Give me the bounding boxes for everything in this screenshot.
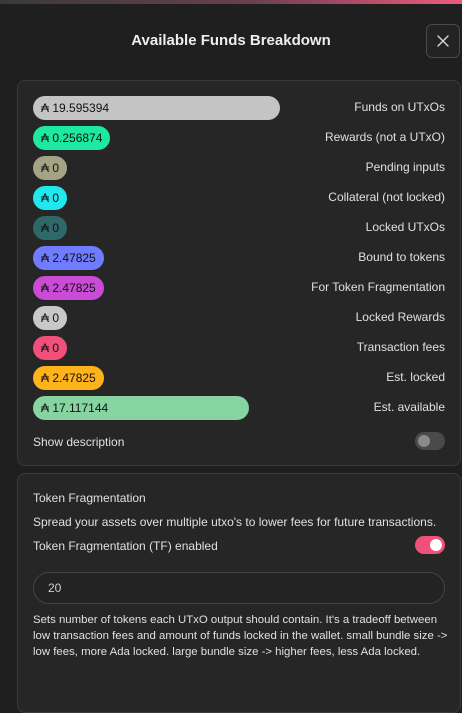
fund-amount-badge: ₳ 0 (33, 156, 67, 180)
dialog-header: Available Funds Breakdown (0, 20, 462, 64)
fund-amount-badge: ₳ 2.47825 (33, 276, 104, 300)
fund-amount-badge: ₳ 2.47825 (33, 246, 104, 270)
fund-label: Collateral (not locked) (328, 190, 445, 204)
tf-help-text: Sets number of tokens each UTxO output s… (33, 614, 448, 658)
fund-row: ₳ 0.256874 Rewards (not a UTxO) (33, 126, 445, 150)
tf-heading: Token Fragmentation (33, 491, 146, 505)
fund-row: ₳ 0 Locked UTxOs (33, 216, 445, 240)
show-description-toggle[interactable] (415, 432, 445, 450)
fund-label: Bound to tokens (358, 250, 445, 264)
token-fragmentation-card: Token Fragmentation Spread your assets o… (17, 473, 461, 713)
fund-label: Rewards (not a UTxO) (324, 130, 445, 144)
fund-amount-badge: ₳ 19.595394 (33, 96, 280, 120)
dialog-title: Available Funds Breakdown (131, 32, 331, 49)
fund-row: ₳ 0 Transaction fees (33, 336, 445, 360)
fund-label: Locked Rewards (355, 310, 445, 324)
fund-amount-badge: ₳ 17.117144 (33, 396, 249, 420)
fund-label: Est. locked (386, 370, 445, 384)
tf-enabled-label: Token Fragmentation (TF) enabled (33, 539, 218, 553)
tf-enabled-toggle[interactable] (415, 536, 445, 554)
fund-label: Est. available (373, 400, 445, 414)
fund-row: ₳ 0 Pending inputs (33, 156, 445, 180)
fund-row: ₳ 2.47825 Bound to tokens (33, 246, 445, 270)
fund-row: ₳ 17.117144 Est. available (33, 396, 445, 420)
fund-amount-badge: ₳ 0 (33, 306, 67, 330)
fund-label: Transaction fees (356, 340, 445, 354)
close-icon (437, 35, 449, 47)
fund-amount-badge: ₳ 0.256874 (33, 126, 110, 150)
fund-row: ₳ 19.595394 Funds on UTxOs (33, 96, 445, 120)
fund-row: ₳ 2.47825 Est. locked (33, 366, 445, 390)
close-button[interactable] (426, 24, 460, 58)
fund-label: Locked UTxOs (365, 220, 445, 234)
fund-amount-badge: ₳ 2.47825 (33, 366, 104, 390)
bundle-size-input[interactable] (33, 572, 445, 604)
fund-row: ₳ 0 Locked Rewards (33, 306, 445, 330)
fund-amount-badge: ₳ 0 (33, 216, 67, 240)
show-description-label: Show description (33, 435, 125, 449)
fund-amount-badge: ₳ 0 (33, 186, 67, 210)
fund-row: ₳ 2.47825 For Token Fragmentation (33, 276, 445, 300)
fund-label: Funds on UTxOs (354, 100, 445, 114)
toggle-knob (418, 435, 430, 447)
funds-breakdown-card: ₳ 19.595394 Funds on UTxOs ₳ 0.256874 Rewar… (17, 80, 461, 466)
toggle-knob (430, 539, 442, 551)
fund-label: For Token Fragmentation (311, 280, 445, 294)
tf-description: Spread your assets over multiple utxo's … (33, 515, 437, 529)
fund-row: ₳ 0 Collateral (not locked) (33, 186, 445, 210)
fund-label: Pending inputs (365, 160, 445, 174)
top-accent-bar (0, 0, 462, 4)
fund-amount-badge: ₳ 0 (33, 336, 67, 360)
